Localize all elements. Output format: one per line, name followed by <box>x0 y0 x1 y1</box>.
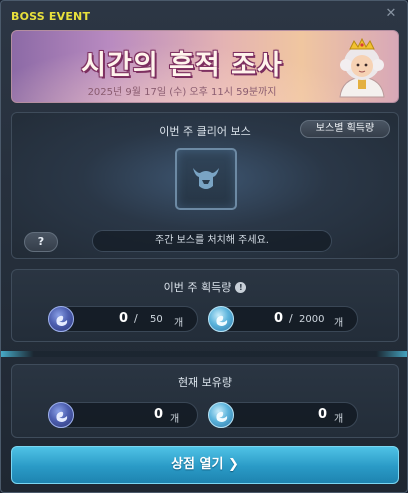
close-icon[interactable]: ✕ <box>384 7 398 21</box>
weekly-clear-boss-panel: 이번 주 클리어 보스 보스별 획득량 ? 주간 보스를 처치해 주세요. <box>11 112 399 259</box>
cyan-coin-icon <box>208 306 234 332</box>
purple-coin-icon <box>48 402 74 428</box>
window-title: BOSS EVENT <box>11 10 91 23</box>
boss-gain-button[interactable]: 보스별 획득량 <box>300 120 390 138</box>
boss-slot <box>175 148 237 210</box>
boss-event-window: BOSS EVENT ✕ 시간의 흔적 조사 2025년 9월 17일 (수) … <box>0 0 408 493</box>
weekly-gain-label: 이번 주 획득량 <box>163 281 232 294</box>
cyan-coin-icon <box>208 402 234 428</box>
help-button[interactable]: ? <box>24 232 58 252</box>
section-divider <box>1 351 407 357</box>
weekly-item2-max: 2000 <box>299 314 325 325</box>
weekly-gain-panel: 이번 주 획득량! 0 / 50 개 0 / 2000 개 <box>11 269 399 342</box>
owned-label: 현재 보유량 <box>177 376 233 389</box>
owned-item1-unit: 개 <box>170 414 180 425</box>
owned-item1-value: 0 <box>154 407 164 422</box>
boss-helmet-icon <box>193 168 219 189</box>
weekly-item2-value: 0 <box>274 311 284 326</box>
owned-item2-unit: 개 <box>334 414 344 425</box>
owned-item2-value: 0 <box>318 407 328 422</box>
weekly-item2-separator: / <box>289 312 293 325</box>
purple-coin-icon <box>48 306 74 332</box>
info-icon[interactable]: ! <box>235 282 247 293</box>
weekly-item1-max: 50 <box>150 314 163 325</box>
banner-title: 시간의 흔적 조사 <box>81 50 283 81</box>
owned-panel: 현재 보유량 0 개 0 개 <box>11 364 399 438</box>
weekly-gain-title: 이번 주 획득량! <box>12 279 398 295</box>
weekly-item1-unit: 개 <box>174 318 184 329</box>
boss-message: 주간 보스를 처치해 주세요. <box>92 230 332 252</box>
banner-date: 2025년 9월 17일 (수) 오후 11시 59분까지 <box>87 87 277 98</box>
event-banner: 시간의 흔적 조사 2025년 9월 17일 (수) 오후 11시 59분까지 <box>11 30 399 103</box>
open-shop-button[interactable]: 상점 열기 ❯ <box>11 446 399 484</box>
weekly-item1-value: 0 <box>119 311 129 326</box>
character-portrait-icon <box>339 37 385 98</box>
title-bar[interactable]: BOSS EVENT ✕ <box>1 1 407 29</box>
weekly-item2-unit: 개 <box>334 318 344 329</box>
weekly-item1-separator: / <box>134 312 138 325</box>
